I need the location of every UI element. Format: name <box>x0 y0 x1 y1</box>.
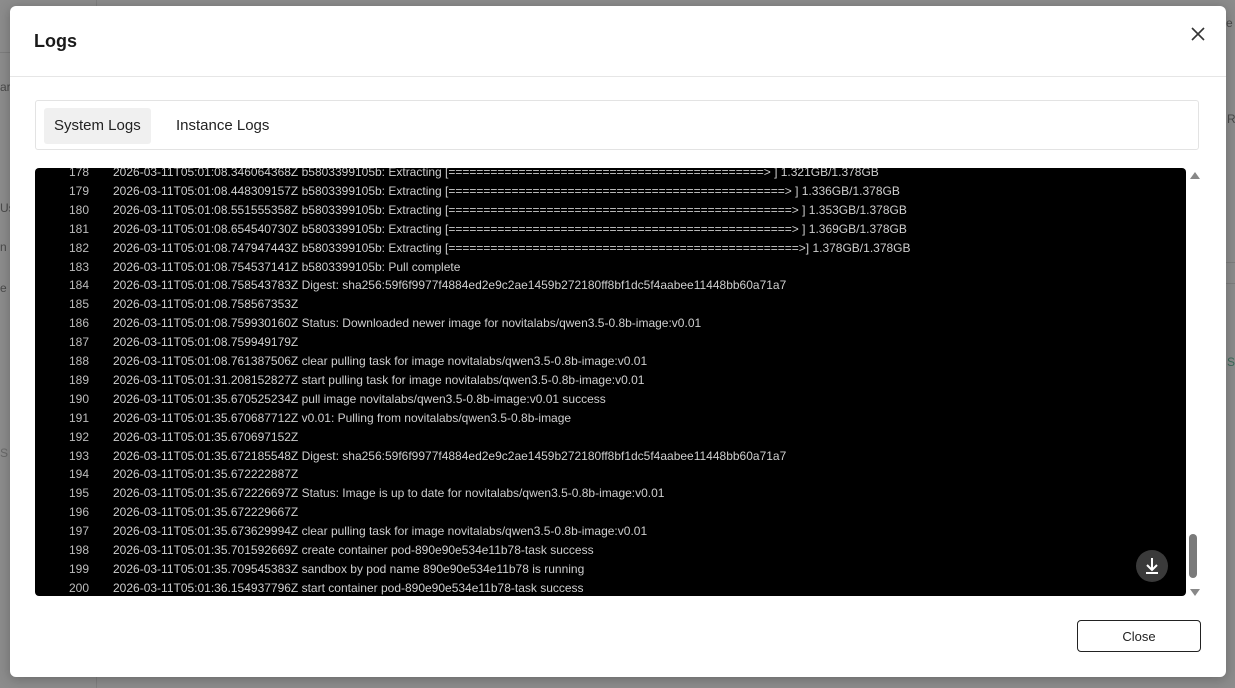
log-line-text: 2026-03-11T05:01:35.670525234Z pull imag… <box>113 391 606 406</box>
log-line: 199 2026-03-11T05:01:35.709545383Z sandbo… <box>35 560 1186 579</box>
log-line-text: 2026-03-11T05:01:31.208152827Z start pul… <box>113 372 645 387</box>
background-text: S <box>0 446 9 460</box>
log-line: 198 2026-03-11T05:01:35.701592669Z create… <box>35 541 1186 560</box>
log-line-number: 192 <box>68 429 89 444</box>
background-text: e <box>1226 16 1233 30</box>
modal-title: Logs <box>34 31 77 51</box>
log-line: 186 2026-03-11T05:01:08.759930160Z Status… <box>35 314 1186 333</box>
log-line-number: 190 <box>68 391 89 406</box>
log-line: 185 2026-03-11T05:01:08.758567353Z <box>35 295 1186 314</box>
log-line-text: 2026-03-11T05:01:35.670697152Z <box>113 429 299 444</box>
log-line-number: 194 <box>68 467 89 482</box>
scroll-down-arrow-icon[interactable] <box>1190 589 1200 596</box>
log-line: 189 2026-03-11T05:01:31.208152827Z start … <box>35 371 1186 390</box>
log-line-number: 180 <box>68 202 89 217</box>
log-line-number: 199 <box>68 561 89 576</box>
log-line-number: 188 <box>68 354 89 368</box>
log-line: 183 2026-03-11T05:01:08.754537141Z b58033… <box>35 258 1186 277</box>
log-line: 191 2026-03-11T05:01:35.670687712Z v0.01:… <box>35 409 1186 428</box>
log-line: 197 2026-03-11T05:01:35.673629994Z clear … <box>35 522 1186 541</box>
log-line-number: 191 <box>68 410 89 425</box>
download-logs-button[interactable] <box>1136 550 1168 582</box>
scroll-up-arrow-icon[interactable] <box>1190 172 1200 179</box>
log-line: 180 2026-03-11T05:01:08.551555358Z b58033… <box>35 201 1186 220</box>
log-line-text: 2026-03-11T05:01:08.761387506Z clear pul… <box>113 354 648 368</box>
log-line-text: 2026-03-11T05:01:08.551555358Z b58033991… <box>113 202 907 217</box>
log-scrollbar[interactable] <box>1187 168 1203 596</box>
modal-header: Logs <box>10 6 1226 77</box>
log-line-number: 178 <box>68 168 89 179</box>
log-line-number: 196 <box>68 505 89 520</box>
log-line-text: 2026-03-11T05:01:08.759949179Z <box>113 335 299 350</box>
background-text: SC <box>1227 355 1235 369</box>
log-line-text: 2026-03-11T05:01:35.701592669Z create co… <box>113 543 594 557</box>
log-line: 200 2026-03-11T05:01:36.154937796Z start … <box>35 579 1186 596</box>
scrollbar-thumb[interactable] <box>1189 534 1197 578</box>
log-line-text: 2026-03-11T05:01:08.747947443Z b58033991… <box>113 240 911 255</box>
background-divider <box>1226 283 1235 284</box>
log-line-text: 2026-03-11T05:01:36.154937796Z start con… <box>113 580 584 595</box>
log-viewer[interactable]: 178 2026-03-11T05:01:08.346064368Z b58033… <box>35 168 1186 596</box>
log-line-number: 195 <box>68 486 89 501</box>
log-line-number: 197 <box>68 524 89 539</box>
log-line-text: 2026-03-11T05:01:35.672229667Z <box>113 505 299 520</box>
log-line: 196 2026-03-11T05:01:35.672229667Z <box>35 503 1186 522</box>
background-text: RU <box>1227 112 1235 126</box>
close-button[interactable]: Close <box>1077 620 1201 652</box>
download-icon <box>1146 558 1158 574</box>
log-line-number: 200 <box>68 580 89 595</box>
log-line-text: 2026-03-11T05:01:35.673629994Z clear pul… <box>113 524 648 539</box>
log-line: 193 2026-03-11T05:01:35.672185548Z Digest… <box>35 447 1186 466</box>
log-line-number: 185 <box>68 297 89 312</box>
log-line-text: 2026-03-11T05:01:08.758567353Z <box>113 297 299 312</box>
logs-modal: Logs System Logs Instance Logs 178 2026-0… <box>10 6 1226 677</box>
log-line-text: 2026-03-11T05:01:08.448309157Z b58033991… <box>113 183 900 198</box>
log-line-text: 2026-03-11T05:01:08.758543783Z Digest: s… <box>113 278 787 293</box>
log-line-number: 181 <box>68 221 89 236</box>
close-icon[interactable] <box>1188 24 1208 44</box>
background-divider <box>1226 262 1235 263</box>
log-line: 190 2026-03-11T05:01:35.670525234Z pull i… <box>35 390 1186 409</box>
log-line-number: 187 <box>68 335 89 350</box>
log-line-number: 198 <box>68 543 89 557</box>
log-line-text: 2026-03-11T05:01:35.672185548Z Digest: s… <box>113 448 787 463</box>
tab-instance-logs[interactable]: Instance Logs <box>166 108 279 144</box>
background-text: e <box>0 281 7 295</box>
log-line-text: 2026-03-11T05:01:35.709545383Z sandbox b… <box>113 561 585 576</box>
log-line-number: 183 <box>68 259 89 274</box>
background-text: n <box>0 240 7 254</box>
log-line-number: 186 <box>68 316 89 331</box>
log-line-number: 179 <box>68 183 89 198</box>
log-line-number: 193 <box>68 448 89 463</box>
log-tabs: System Logs Instance Logs <box>35 100 1199 150</box>
log-line-number: 189 <box>68 372 89 387</box>
log-line-text: 2026-03-11T05:01:08.346064368Z b58033991… <box>113 168 879 179</box>
log-line: 184 2026-03-11T05:01:08.758543783Z Digest… <box>35 276 1186 295</box>
log-line: 188 2026-03-11T05:01:08.761387506Z clear … <box>35 352 1186 371</box>
log-line: 181 2026-03-11T05:01:08.654540730Z b58033… <box>35 220 1186 239</box>
log-line-text: 2026-03-11T05:01:08.754537141Z b58033991… <box>113 259 461 274</box>
log-line-number: 184 <box>68 278 89 293</box>
log-line-text: 2026-03-11T05:01:35.670687712Z v0.01: Pu… <box>113 410 572 425</box>
tab-system-logs[interactable]: System Logs <box>44 108 151 144</box>
log-line: 192 2026-03-11T05:01:35.670697152Z <box>35 428 1186 447</box>
log-line-number: 182 <box>68 240 89 255</box>
log-line-text: 2026-03-11T05:01:08.654540730Z b58033991… <box>113 221 907 236</box>
log-line: 194 2026-03-11T05:01:35.672222887Z <box>35 465 1186 484</box>
log-line: 179 2026-03-11T05:01:08.448309157Z b58033… <box>35 182 1186 201</box>
log-line-text: 2026-03-11T05:01:08.759930160Z Status: D… <box>113 316 702 331</box>
log-line: 195 2026-03-11T05:01:35.672226697Z Status… <box>35 484 1186 503</box>
log-line-text: 2026-03-11T05:01:35.672226697Z Status: I… <box>113 486 665 501</box>
log-line-text: 2026-03-11T05:01:35.672222887Z <box>113 467 299 482</box>
log-line: 187 2026-03-11T05:01:08.759949179Z <box>35 333 1186 352</box>
log-line: 178 2026-03-11T05:01:08.346064368Z b58033… <box>35 168 1186 182</box>
log-line: 182 2026-03-11T05:01:08.747947443Z b58033… <box>35 239 1186 258</box>
